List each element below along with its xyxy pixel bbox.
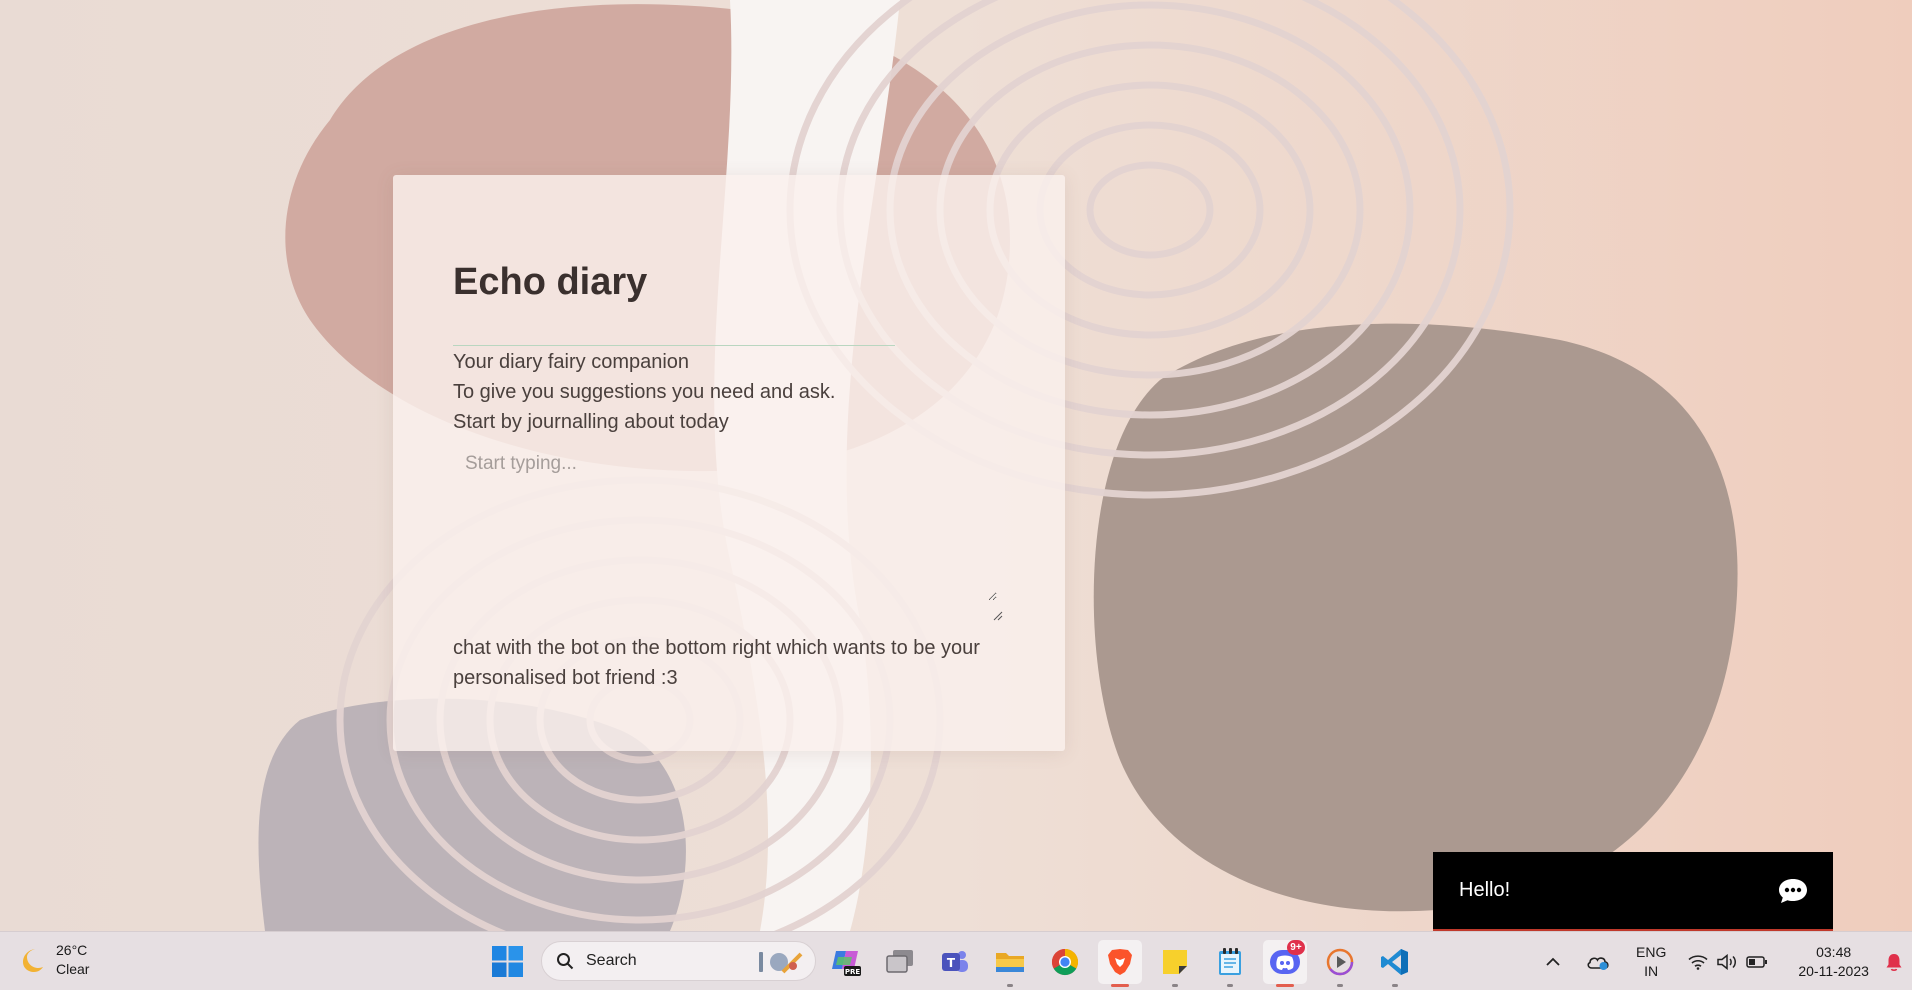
chatbot-greeting: Hello!: [1459, 879, 1511, 901]
taskbar-copilot[interactable]: PRE: [824, 940, 868, 984]
clock[interactable]: 03:48 20-11-2023: [1798, 943, 1869, 981]
taskbar-vscode[interactable]: [1373, 940, 1417, 987]
resize-grip-icon[interactable]: [993, 611, 1003, 621]
taskbar-brave[interactable]: [1098, 940, 1142, 987]
taskbar-notepad[interactable]: [1208, 940, 1252, 987]
tagline-text: Your diary fairy companion: [453, 351, 690, 373]
search-icon: [557, 953, 574, 970]
description-text: To give you suggestions you need and ask…: [453, 381, 836, 403]
weather-temperature: 26°C: [56, 942, 88, 958]
language-region: IN: [1644, 962, 1659, 979]
notification-bell-icon[interactable]: [1885, 952, 1903, 972]
language-code: ENG: [1636, 943, 1667, 960]
taskbar-discord[interactable]: 9+: [1263, 940, 1307, 987]
weather-widget[interactable]: 26°C Clear: [16, 941, 89, 979]
copilot-icon: PRE: [832, 951, 861, 976]
windows-logo-icon[interactable]: [492, 946, 523, 977]
language-indicator[interactable]: ENG IN: [1636, 943, 1666, 981]
brave-icon: [1108, 949, 1132, 975]
sticky-notes-icon: [1163, 950, 1187, 974]
taskbar-sticky-notes[interactable]: [1153, 940, 1197, 987]
copilot-pre-tag: PRE: [845, 968, 861, 976]
system-tray: ENG IN 03:48 20-11-2023: [1544, 932, 1903, 990]
taskbar-media-player[interactable]: [1318, 940, 1362, 987]
folder-icon: [996, 953, 1024, 972]
taskbar: 26°C Clear Search PRE T 9+ ENG IN 03:48 …: [0, 931, 1912, 990]
taskbar-teams[interactable]: T: [933, 940, 977, 984]
vscode-icon: [1381, 949, 1408, 975]
teams-icon: T: [942, 951, 968, 972]
chat-bubble-icon: [1777, 877, 1809, 905]
search-highlight-icon: [759, 952, 803, 974]
play-icon: [1326, 948, 1354, 976]
chevron-up-icon[interactable]: [1544, 956, 1562, 968]
task-view-icon: [886, 950, 913, 973]
volume-icon[interactable]: [1716, 953, 1738, 970]
weather-condition: Clear: [56, 961, 90, 977]
clock-date: 20-11-2023: [1798, 962, 1869, 979]
journal-textarea[interactable]: [453, 445, 997, 601]
svg-text:T: T: [947, 956, 956, 970]
taskbar-chrome[interactable]: [1043, 940, 1087, 984]
title-divider: [453, 345, 895, 346]
wifi-icon[interactable]: [1688, 954, 1708, 970]
taskbar-task-view[interactable]: [878, 940, 922, 984]
clock-time: 03:48: [1816, 943, 1852, 960]
search-label: Search: [586, 952, 637, 969]
chatbot-launcher[interactable]: Hello!: [1433, 852, 1833, 931]
battery-icon[interactable]: [1746, 955, 1768, 969]
chatbot-hint-text: chat with the bot on the bottom right wh…: [453, 637, 980, 689]
taskbar-search[interactable]: Search: [541, 941, 816, 981]
taskbar-file-explorer[interactable]: [988, 940, 1032, 987]
diary-card: Echo diary Your diary fairy companion To…: [393, 175, 1065, 751]
chrome-icon: [1051, 948, 1079, 976]
discord-notification-badge: 9+: [1287, 940, 1305, 955]
onedrive-cloud-icon[interactable]: [1586, 953, 1610, 971]
moon-icon: [23, 949, 43, 972]
instruction-text: Start by journalling about today: [453, 411, 729, 433]
notepad-icon: [1219, 948, 1241, 975]
page-title: Echo diary: [453, 261, 648, 303]
